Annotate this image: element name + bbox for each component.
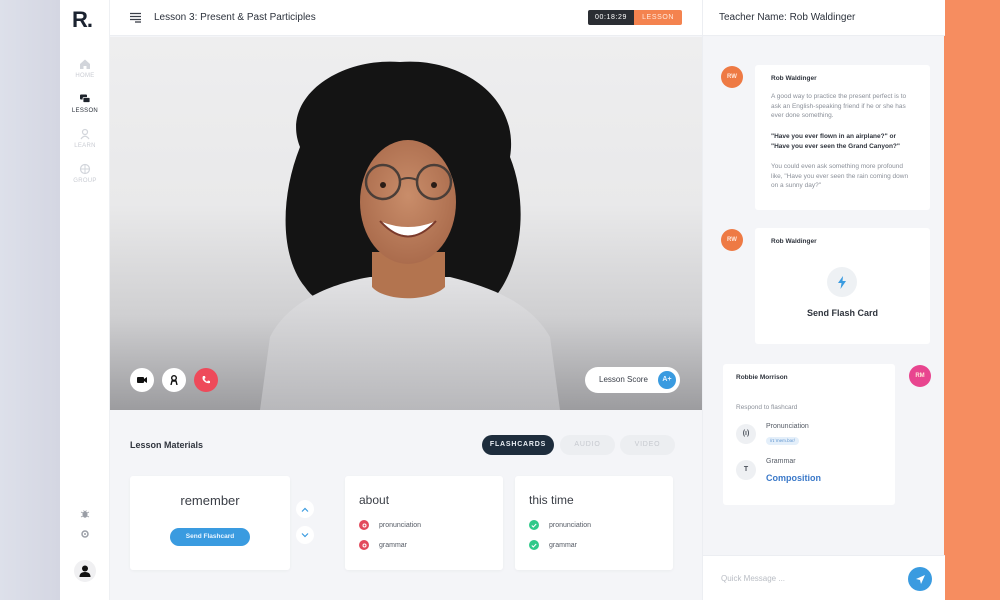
teacher-name: Teacher Name: Rob Waldinger [719,12,856,23]
chat-message-flashcard: Rob Waldinger Send Flash Card [755,228,930,344]
quick-message-bar [703,555,945,600]
check-item-label: grammar [549,541,578,549]
flashcard-next-button[interactable] [296,526,314,544]
student-avatar: RM [909,365,931,387]
send-flash-card-label: Send Flash Card [806,308,878,318]
camera-toggle-button[interactable] [130,368,154,392]
end-call-button[interactable] [194,368,218,392]
check-item: grammar [529,540,577,550]
check-item: grammar [359,540,407,550]
camera-icon [137,377,147,383]
response-prompt: Respond to flashcard [736,404,798,411]
message-text: A good way to practice the present perfe… [771,93,907,119]
user-avatar[interactable] [74,560,96,582]
video-feed: Lesson Score A+ [110,37,702,410]
send-flash-card-button[interactable] [827,267,857,297]
response-name: Pronunciation [766,423,809,430]
grammar-link[interactable]: Composition [766,473,821,483]
sidebar-item-label: LESSON [71,108,99,114]
student-video-image [260,61,560,410]
menu-icon[interactable] [130,12,141,23]
settings-icon[interactable] [79,528,91,540]
lesson-materials-title: Lesson Materials [130,440,204,450]
lightning-icon [838,275,846,289]
check-item-label: grammar [379,541,408,549]
lesson-timer-badge: 00:18:29 LESSON [588,10,683,25]
chat-panel: Teacher Name: Rob Waldinger RW Rob Waldi… [702,0,945,600]
check-item: pronunciation [359,520,421,530]
sidebar-item-label: LEARN [74,143,96,149]
home-icon [80,59,90,69]
send-icon [915,574,925,584]
tab-flashcards[interactable]: FLASHCARDS [482,435,554,455]
logo: R. [72,7,93,32]
response-name: Grammar [766,458,796,465]
flashcard-prev-button[interactable] [296,500,314,518]
message-text-emphasis: "Have you ever flown in an airplane?" or… [771,133,900,150]
sidebar-item-label: HOME [75,73,95,79]
message-author: Robbie Morrison [736,374,788,381]
desktop-background-right [944,0,1000,600]
chat-bubbles-icon [80,94,91,103]
sidebar-item-home[interactable]: HOME [60,58,110,79]
profile-icon [170,375,178,385]
tab-video[interactable]: VIDEO [620,435,675,455]
desktop-background-left [0,0,60,600]
top-header: Lesson 3: Present & Past Participles 00:… [110,0,702,36]
lesson-title: Lesson 3: Present & Past Participles [154,12,316,23]
check-item-label: pronunciation [549,521,592,529]
word-card-title: about [359,493,390,507]
sidebar-item-label: GROUP [73,178,97,184]
word-card-title: this time [529,493,574,507]
check-item-label: pronunciation [379,521,422,529]
sidebar: R. HOME LESSON LEARN GROUP [60,0,110,600]
check-icon [529,520,539,530]
tab-audio[interactable]: AUDIO [560,435,615,455]
sidebar-item-group[interactable]: GROUP [60,163,110,184]
lesson-timer: 00:18:29 [588,10,635,25]
chevron-down-icon [301,532,309,537]
word-card-about: about pronunciation grammar [345,476,503,570]
send-flashcard-button[interactable]: Send Flashcard [170,528,250,546]
message-author: Rob Waldinger [771,238,817,245]
incorrect-icon [359,520,369,530]
incorrect-icon [359,540,369,550]
chat-header: Teacher Name: Rob Waldinger [703,0,945,36]
chat-message-response: Robbie Morrison Respond to flashcard (ı)… [723,364,895,505]
grammar-icon: T [736,460,756,480]
lesson-tag: LESSON [634,10,683,25]
flashcard-word: remember [180,493,240,508]
end-call-icon [202,376,210,384]
chat-message: Rob Waldinger A good way to practice the… [755,65,930,210]
app-window: R. HOME LESSON LEARN GROUP Lesson 3: Pre… [60,0,945,600]
lesson-score-label: Lesson Score [599,375,648,384]
person-icon [80,128,90,140]
lesson-score-pill[interactable]: Lesson Score A+ [585,367,680,393]
send-message-button[interactable] [908,567,932,591]
flashcard: remember Send Flashcard [130,476,290,570]
quick-message-input[interactable] [721,570,891,586]
lesson-score-badge: A+ [658,371,676,389]
word-card-this-time: this time pronunciation grammar [515,476,673,570]
bug-icon[interactable] [79,508,91,520]
sidebar-item-lesson[interactable]: LESSON [60,93,110,114]
pronunciation-pill[interactable]: /rɪˈmem.bər/ [766,437,799,445]
teacher-avatar: RW [721,229,743,251]
pronunciation-icon: (ı) [736,424,756,444]
user-avatar-icon [79,565,91,577]
message-text: You could even ask something more profou… [771,163,909,189]
message-author: Rob Waldinger [771,75,817,82]
chevron-up-icon [301,507,309,512]
teacher-avatar: RW [721,66,743,88]
globe-icon [79,163,91,175]
check-item: pronunciation [529,520,591,530]
profile-button[interactable] [162,368,186,392]
sidebar-item-learn[interactable]: LEARN [60,128,110,149]
check-icon [529,540,539,550]
